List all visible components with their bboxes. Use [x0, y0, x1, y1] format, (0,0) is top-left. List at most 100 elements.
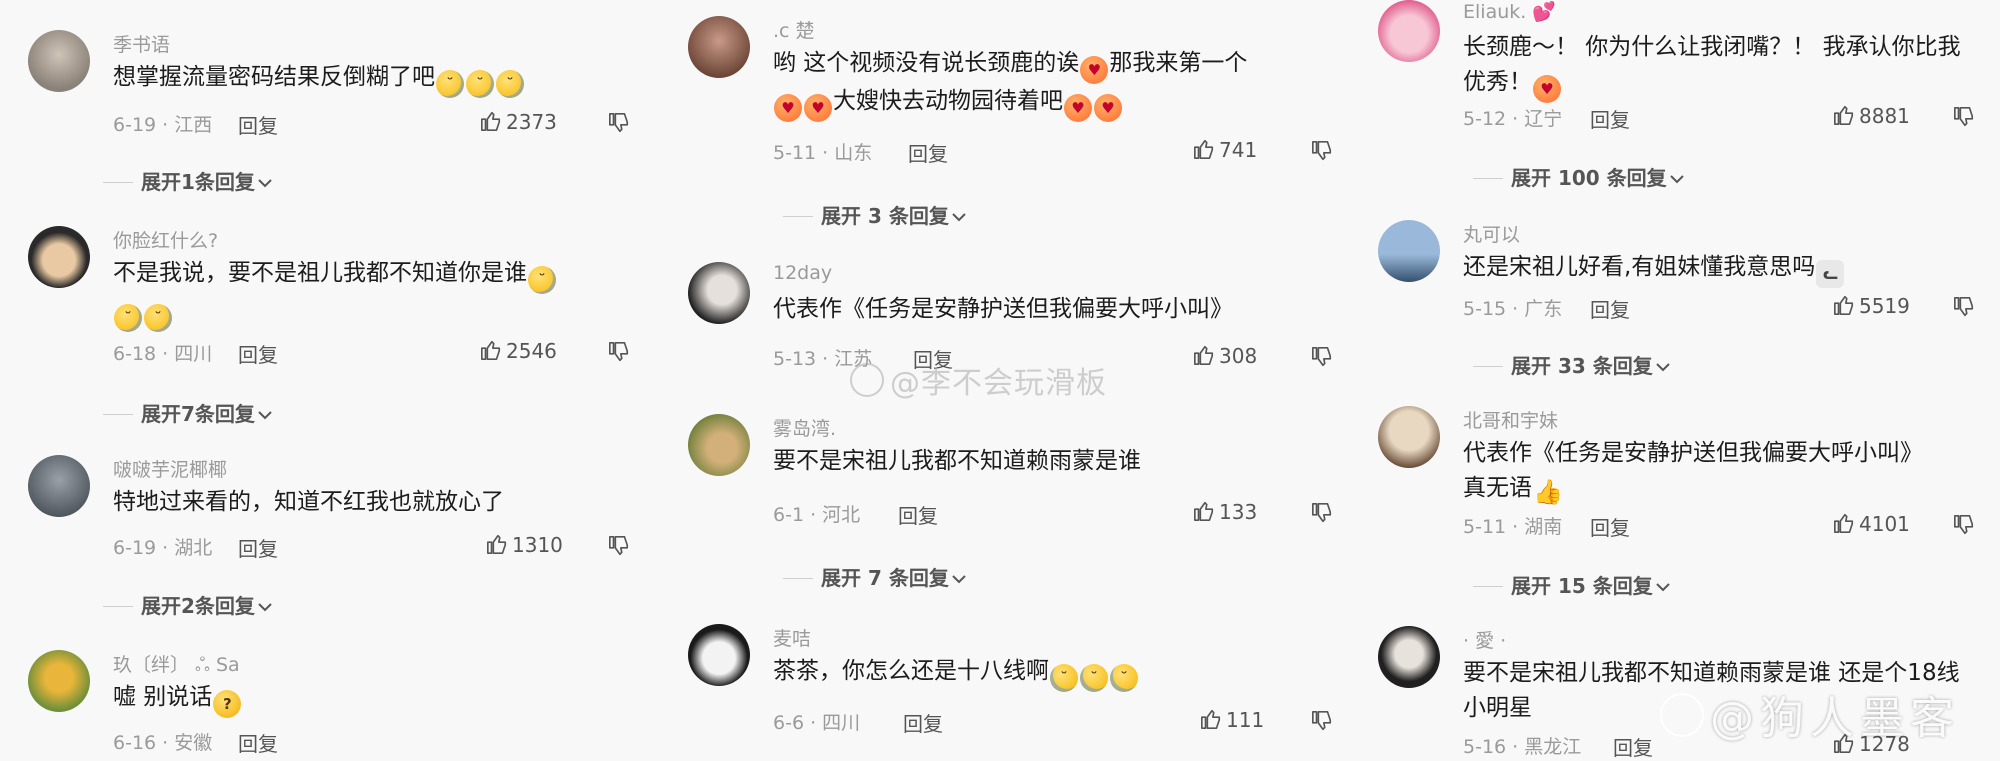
comment-text: 代表作《任务是安静护送但我偏要大呼小叫》 [773, 296, 1233, 322]
avatar[interactable] [688, 262, 750, 324]
chevron-down-icon [1656, 583, 1670, 592]
comment-username[interactable]: 雾岛湾. [773, 414, 836, 441]
like-count: 8881 [1859, 104, 1910, 128]
like-button[interactable]: 308 [1193, 344, 1257, 372]
thumbs-up-icon [1194, 139, 1214, 159]
comment-meta: 5-12 · 辽宁 [1463, 108, 1563, 130]
expand-replies-button[interactable]: 展开 15 条回复 [1473, 570, 1671, 598]
crying-emoji-icon: ˘ [1080, 664, 1108, 692]
expand-replies-button[interactable]: 展开2条回复 [103, 590, 273, 618]
like-button[interactable]: 5519 [1833, 294, 1910, 322]
tears-of-joy-emoji-icon: ˘ [496, 70, 524, 98]
avatar[interactable] [1378, 220, 1440, 282]
avatar[interactable] [688, 624, 750, 686]
avatar[interactable] [28, 226, 90, 288]
thumbs-down-icon[interactable] [1311, 502, 1333, 524]
crying-emoji-icon: ˘ [1050, 664, 1078, 692]
reply-button[interactable]: 回复 [238, 110, 278, 139]
reply-button[interactable]: 回复 [908, 138, 948, 167]
comment-username[interactable]: 季书语 [113, 30, 170, 57]
comment-meta: 6-16 · 安徽 [113, 732, 213, 754]
comment-username[interactable]: 麦咭 [773, 624, 811, 651]
comment-meta: 5-11 · 山东 [773, 142, 873, 164]
avatar[interactable] [1378, 0, 1440, 62]
avatar[interactable] [28, 455, 90, 517]
thumbs-down-icon[interactable] [1953, 296, 1975, 318]
like-count: 308 [1219, 344, 1258, 368]
heart-eyes-emoji-icon: ♥ [1064, 94, 1092, 122]
comment-meta: 6-19 · 江西 [113, 114, 213, 136]
like-button[interactable]: 2373 [480, 110, 557, 138]
reply-button[interactable]: 回复 [1590, 512, 1630, 541]
reply-button[interactable]: 回复 [898, 500, 938, 529]
thumbs-down-icon[interactable] [1311, 710, 1333, 732]
expand-replies-button[interactable]: 展开 100 条回复 [1473, 162, 1685, 190]
comment-text: 哟 这个视频没有说长颈鹿的诶 ♥ 那我来第一个 ♥ ♥ 大嫂快去动物园待着吧 ♥ ♥ [773, 46, 1318, 122]
thumbs-down-icon[interactable] [1953, 106, 1975, 128]
like-button[interactable]: 2546 [480, 339, 557, 367]
like-button[interactable]: 1310 [486, 533, 563, 561]
like-count: 741 [1219, 138, 1258, 162]
comment-username[interactable]: 北哥和宇妹 [1463, 406, 1558, 433]
comment-meta: 6-18 · 四川 [113, 343, 213, 365]
comment-username[interactable]: 玖〔绊〕 ஃ Sa [113, 650, 240, 679]
like-button[interactable]: 4101 [1833, 512, 1910, 540]
avatar[interactable] [28, 30, 90, 92]
comment-username[interactable]: .c 楚 [773, 16, 815, 43]
thumbs-down-icon[interactable] [1311, 346, 1333, 368]
comment-username[interactable]: Eliauk. 💕 [1463, 0, 1556, 23]
tears-of-joy-emoji-icon: ˘ [466, 70, 494, 98]
comment-username[interactable]: 丸可以 [1463, 220, 1520, 247]
thumbs-down-icon[interactable] [1953, 514, 1975, 536]
reply-button[interactable]: 回复 [1590, 294, 1630, 323]
tears-of-joy-emoji-icon: ˘ [114, 304, 142, 332]
thumbs-down-icon[interactable] [608, 535, 630, 557]
reply-button[interactable]: 回复 [903, 708, 943, 737]
like-count: 2546 [506, 339, 557, 363]
thumbs-down-icon[interactable] [1311, 140, 1333, 162]
expand-replies-button[interactable]: 展开7条回复 [103, 398, 273, 426]
comment-text: 代表作《任务是安静护送但我偏要大呼小叫》真无语👍 [1463, 440, 1923, 506]
like-button[interactable]: 133 [1193, 500, 1257, 528]
avatar[interactable] [1378, 406, 1440, 468]
reply-button[interactable]: 回复 [238, 728, 278, 757]
comment-username[interactable]: 12day [773, 262, 832, 284]
comment-text: 想掌握流量密码结果反倒糊了吧 ˘ ˘ ˘ [113, 60, 628, 98]
comment-username[interactable]: 你脸红什么? [113, 226, 218, 253]
reply-button[interactable]: 回复 [238, 339, 278, 368]
like-button[interactable]: 8881 [1833, 104, 1910, 132]
reply-button[interactable]: 回复 [238, 533, 278, 562]
avatar[interactable] [28, 650, 90, 712]
tears-of-joy-emoji-icon: ˘ [528, 266, 556, 294]
expand-replies-button[interactable]: 展开1条回复 [103, 166, 273, 194]
cat-emoji-icon: ᓚ [1816, 260, 1845, 288]
expand-replies-button[interactable]: 展开 33 条回复 [1473, 350, 1671, 378]
chevron-down-icon [258, 411, 272, 420]
tears-of-joy-emoji-icon: ˘ [144, 304, 172, 332]
chevron-down-icon [952, 575, 966, 584]
thumbs-up-icon [1834, 513, 1854, 533]
avatar[interactable] [688, 414, 750, 476]
thumbs-down-icon[interactable] [608, 341, 630, 363]
reply-button[interactable]: 回复 [1613, 732, 1653, 761]
weibo-logo-icon [1660, 693, 1704, 737]
comment-meta: 5-11 · 湖南 [1463, 516, 1563, 538]
tears-of-joy-emoji-icon: ˘ [436, 70, 464, 98]
crying-emoji-icon: ˘ [1110, 664, 1138, 692]
like-count: 111 [1226, 708, 1265, 732]
expand-replies-button[interactable]: 展开 7 条回复 [783, 562, 967, 590]
comment-username[interactable]: · 愛 · [1463, 626, 1506, 653]
avatar[interactable] [688, 16, 750, 78]
avatar[interactable] [1378, 626, 1440, 688]
comment-username[interactable]: 啵啵芋泥椰椰 [113, 455, 227, 482]
chevron-down-icon [1656, 363, 1670, 372]
center-watermark: @李不会玩滑板 [850, 358, 1107, 402]
thumbs-up-icon [1834, 295, 1854, 315]
chevron-down-icon [258, 603, 272, 612]
like-button[interactable]: 741 [1193, 138, 1257, 166]
thumbs-down-icon[interactable] [608, 112, 630, 134]
expand-replies-button[interactable]: 展开 3 条回复 [783, 200, 967, 228]
like-button[interactable]: 111 [1200, 708, 1264, 736]
reply-button[interactable]: 回复 [1590, 104, 1630, 133]
chevron-down-icon [1669, 175, 1684, 184]
